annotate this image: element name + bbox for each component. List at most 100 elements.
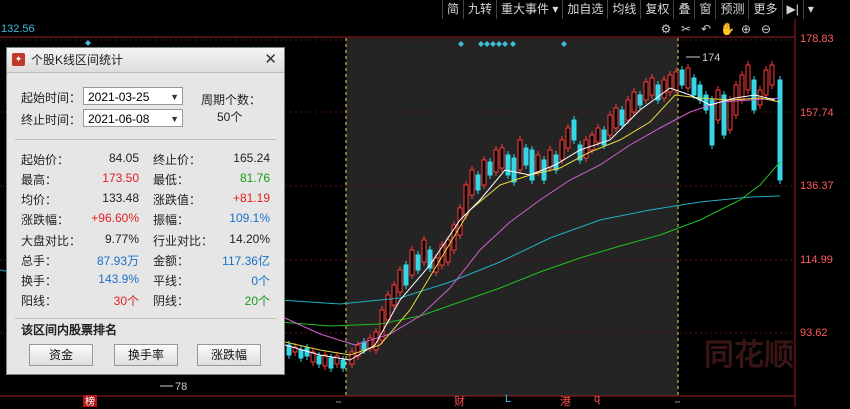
toolbar-item[interactable]: ▾ — [802, 0, 818, 19]
candle-body — [511, 157, 517, 183]
divider — [15, 139, 276, 140]
candle-body — [559, 139, 565, 161]
candle-body — [403, 264, 409, 286]
y-axis-label: 157.74 — [800, 107, 834, 119]
low-annotation: 78 — [175, 381, 187, 393]
start-date-select[interactable]: 2021-03-25 ▼ — [83, 87, 183, 105]
stat-value: 165.24 — [233, 151, 270, 165]
toolbar-item[interactable]: 均线 — [607, 0, 640, 19]
hand-icon[interactable]: ✋ — [720, 22, 735, 36]
scissors-icon[interactable]: ✂ — [680, 22, 692, 36]
candle-body — [493, 149, 499, 173]
stat-label: 换手： — [21, 274, 58, 288]
stat-value: 81.76 — [239, 171, 270, 185]
bottom-marker[interactable]: 榜 — [85, 393, 95, 408]
candle-body — [529, 149, 535, 181]
toolbar-item[interactable]: ▶| — [781, 0, 803, 19]
candle-body — [607, 114, 613, 136]
app-logo-icon: ✦ — [12, 53, 25, 66]
candle-body — [763, 69, 769, 96]
close-icon[interactable]: ✕ — [264, 48, 277, 72]
toolbar: 简九转 重大事件 ▾ 加自选 均线 复权叠窗预测 更多 ▶| ▾ — [442, 0, 818, 19]
candle-body — [625, 99, 631, 121]
toolbar-item[interactable]: 复权 — [640, 0, 673, 19]
candle-body — [475, 174, 481, 191]
candle-body — [649, 77, 655, 96]
stat-label: 平线： — [153, 274, 190, 288]
stat-label: 涨跌幅： — [21, 213, 70, 227]
candle-body — [571, 119, 577, 141]
rank-change-button[interactable]: 涨跌幅 — [197, 344, 261, 366]
bottom-marker[interactable]: L — [505, 393, 511, 405]
candle-body — [391, 284, 397, 306]
start-label: 起始时间： — [21, 91, 82, 105]
start-date-value: 2021-03-25 — [88, 90, 150, 104]
candle-body — [769, 64, 775, 86]
period-value: 50个 — [217, 110, 243, 124]
zoom-in-icon[interactable]: ⊕ — [740, 22, 752, 36]
candle-body — [469, 169, 475, 196]
toolbar-item[interactable]: 加自选 — [562, 0, 607, 19]
chevron-down-icon: ▼ — [170, 92, 179, 102]
panel-header[interactable]: ✦ 个股K线区间统计 ✕ — [7, 48, 284, 73]
stat-value: 173.50 — [102, 171, 139, 185]
svg-text:⇔: ⇔ — [334, 396, 343, 406]
gear-icon[interactable]: ⚙ — [660, 22, 672, 36]
candle-body — [745, 64, 751, 91]
candle-body — [709, 99, 715, 146]
stat-value: 143.9% — [98, 272, 139, 286]
range-stats-panel: ✦ 个股K线区间统计 ✕ 起始时间： 2021-03-25 ▼ 终止时间： 202… — [6, 47, 285, 375]
stat-label: 阴线： — [153, 294, 190, 308]
candle-body — [298, 349, 304, 359]
candle-body — [328, 357, 334, 369]
candle-body — [361, 341, 367, 351]
candle-body — [631, 91, 637, 113]
y-axis-label: 136.37 — [800, 180, 834, 192]
candle-body — [679, 69, 685, 86]
toolbar-item[interactable]: 九转 — [463, 0, 496, 19]
toolbar-item[interactable]: 预测 — [715, 0, 748, 19]
toolbar-item[interactable]: 更多 — [748, 0, 781, 19]
candle-body — [595, 127, 601, 143]
candle-body — [637, 94, 643, 106]
high-annotation: 174 — [702, 52, 720, 64]
watermark: 同花顺 — [704, 339, 794, 372]
candle-body — [523, 147, 529, 166]
stat-value: 109.1% — [229, 211, 270, 225]
stat-value: 117.36亿 — [222, 254, 270, 268]
stat-label: 均价： — [21, 193, 58, 207]
stat-value: +81.19 — [232, 191, 270, 205]
candle-body — [340, 359, 346, 369]
stat-label: 阳线： — [21, 294, 58, 308]
candle-body — [715, 89, 721, 121]
stat-value: 20个 — [244, 294, 270, 308]
toolbar-item[interactable]: 简 — [442, 0, 463, 19]
stat-value: 87.93万 — [96, 254, 139, 268]
toolbar-item[interactable]: 叠 — [673, 0, 694, 19]
stat-value: 14.20% — [229, 232, 270, 246]
candle-body — [397, 269, 403, 293]
undo-icon[interactable]: ↶ — [700, 22, 712, 36]
candle-body — [643, 81, 649, 101]
candle-body — [415, 254, 421, 271]
stat-label: 涨跌值： — [153, 193, 202, 207]
panel-title: 个股K线区间统计 — [31, 53, 124, 67]
candle-body — [685, 67, 691, 89]
stat-value: 84.05 — [108, 151, 139, 165]
stat-value: 133.48 — [102, 191, 139, 205]
end-date-select[interactable]: 2021-06-08 ▼ — [83, 109, 183, 127]
toolbar-item[interactable]: 重大事件 ▾ — [496, 0, 562, 19]
candle-body — [505, 154, 511, 176]
candle-body — [589, 134, 595, 151]
candle-body — [487, 161, 493, 176]
rank-title: 该区间内股票排名 — [21, 323, 118, 337]
zoom-out-icon[interactable]: ⊖ — [760, 22, 772, 36]
candle-body — [463, 184, 469, 216]
chevron-down-icon: ▼ — [170, 114, 179, 124]
rank-turnover-button[interactable]: 换手率 — [114, 344, 178, 366]
bottom-marker[interactable]: q — [594, 393, 600, 405]
candle-body — [777, 79, 783, 181]
rank-funds-button[interactable]: 资金 — [29, 344, 93, 366]
stat-label: 大盘对比： — [21, 234, 82, 248]
toolbar-item[interactable]: 窗 — [694, 0, 715, 19]
